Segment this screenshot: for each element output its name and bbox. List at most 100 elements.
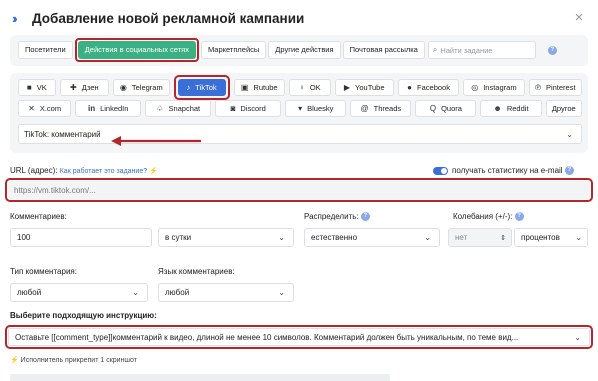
vk-icon: ■ — [26, 83, 32, 92]
chevron-down-icon: ⌄ — [566, 129, 573, 139]
pinterest-icon: ℗ — [535, 83, 541, 92]
fluct-input[interactable]: нет ⇕ — [448, 228, 512, 247]
bottom-field-partial — [10, 374, 390, 381]
help-icon[interactable]: ? — [564, 166, 574, 176]
help-icon[interactable]: ? — [360, 212, 370, 222]
comment-lang-label: Язык комментариев: — [158, 267, 235, 276]
network-linkedin[interactable]: in LinkedIn — [75, 100, 142, 117]
period-value: в сутки — [165, 233, 192, 242]
chevron-down-icon: ⌄ — [278, 233, 285, 242]
distribute-select[interactable]: естественно ⌄ — [304, 228, 440, 247]
ok-icon: ♀ — [298, 83, 305, 92]
stepper-icon[interactable]: ⇕ — [500, 234, 506, 242]
youtube-icon: ▶ — [343, 83, 351, 92]
facebook-icon: ● — [407, 83, 413, 92]
dzen-icon: ✚ — [70, 83, 77, 92]
network-vk[interactable]: ■ VK — [18, 79, 56, 96]
instagram-icon: ◎ — [471, 83, 479, 92]
comment-type-label: Тип комментария: — [10, 267, 77, 276]
highlight-frame: https://vm.tiktok.com/... — [5, 178, 593, 202]
fluct-label: Колебания (+/-): — [453, 212, 513, 221]
comments-count-input[interactable]: 100 — [10, 228, 152, 247]
network-ok[interactable]: ♀ OK — [288, 79, 331, 96]
help-icon[interactable]: ? — [514, 212, 524, 222]
dialog-title: Добавление новой рекламной кампании — [32, 10, 305, 26]
dialog-header: ›› Добавление новой рекламной кампании × — [12, 8, 586, 28]
period-select[interactable]: в сутки ⌄ — [158, 228, 294, 247]
chevron-down-icon: ⌄ — [574, 332, 581, 342]
search-icon: ⌕ — [432, 45, 438, 54]
network-row-1: ■ VK ✚ Дзен ◉ Telegram ♪ TikTok ▣ Rutube ♀ OK … — [18, 75, 583, 100]
network-pinterest[interactable]: ℗ Pinterest — [528, 79, 583, 96]
linkedin-icon: in — [87, 104, 96, 113]
network-x[interactable]: ✕ X.com — [18, 100, 72, 117]
network-discord[interactable]: ◙ Discord — [215, 100, 282, 117]
network-other[interactable]: Другое — [545, 100, 582, 117]
network-threads[interactable]: @ Threads — [350, 100, 412, 117]
comment-lang-value: любой — [165, 288, 190, 297]
tiktok-icon: ♪ — [186, 83, 191, 92]
category-tabs-panel: Посетители Действия в социальных сетях М… — [10, 35, 588, 66]
instruction-select[interactable]: Оставьте [[comment_type]]комментарий к в… — [8, 328, 590, 346]
network-youtube[interactable]: ▶ YouTube — [334, 79, 394, 96]
distribute-label: Распределить: — [304, 212, 359, 221]
quora-icon: Q — [429, 104, 437, 113]
tab-social-actions[interactable]: Действия в социальных сетях — [77, 41, 196, 59]
network-bluesky[interactable]: ▾ Bluesky — [285, 100, 347, 117]
distribute-value: естественно — [311, 233, 358, 242]
rutube-icon: ▣ — [240, 83, 249, 92]
tab-other-actions[interactable]: Другие действия — [268, 41, 341, 59]
fluct-unit-select[interactable]: процентов ⌄ — [514, 228, 588, 247]
highlight-frame: Действия в социальных сетях — [74, 38, 199, 62]
telegram-icon: ◉ — [119, 83, 127, 92]
network-facebook[interactable]: ● Facebook — [397, 79, 460, 96]
network-reddit[interactable]: ☻ Reddit — [480, 100, 542, 117]
fluct-unit-value: процентов — [521, 233, 560, 242]
stats-toggle[interactable] — [433, 167, 448, 175]
network-telegram[interactable]: ◉ Telegram — [113, 79, 170, 96]
instruction-label: Выберите подходящую инструкцию: — [10, 311, 157, 320]
task-search-input[interactable]: ⌕ Найти задание — [427, 41, 536, 59]
threads-icon: @ — [360, 104, 369, 113]
bluesky-icon: ▾ — [298, 104, 303, 113]
fluct-value: нет — [455, 233, 468, 242]
task-type-select[interactable]: TikTok: комментарий ⌄ — [18, 124, 582, 144]
tab-marketplaces[interactable]: Маркетплейсы — [200, 41, 267, 59]
tab-visitors[interactable]: Посетители — [18, 41, 73, 59]
highlight-frame: ♪ TikTok — [173, 75, 230, 100]
network-snapchat[interactable]: ♤ Snapchat — [145, 100, 212, 117]
stats-label: получать статистику на e-mail — [452, 166, 563, 175]
chevron-down-icon: ⌄ — [278, 288, 285, 297]
network-row-2: ✕ X.com in LinkedIn ♤ Snapchat ◙ Discord ▾ Bl… — [18, 100, 582, 117]
how-it-works-link[interactable]: Как работает это задание? — [60, 168, 147, 175]
tab-mailing[interactable]: Почтовая рассылка — [342, 41, 425, 59]
help-icon[interactable]: ? — [547, 45, 557, 55]
network-dzen[interactable]: ✚ Дзен — [59, 79, 110, 96]
instruction-value: Оставьте [[comment_type]]комментарий к в… — [15, 332, 519, 342]
search-placeholder: Найти задание — [440, 45, 493, 55]
comment-lang-select[interactable]: любой ⌄ — [158, 283, 294, 302]
close-icon[interactable]: × — [572, 9, 586, 26]
x-icon: ✕ — [28, 104, 35, 113]
stats-label-row: получать статистику на e-mail ? — [452, 166, 574, 176]
bolt-icon: ⚡ — [10, 357, 19, 364]
url-input[interactable]: https://vm.tiktok.com/... — [8, 181, 590, 199]
double-chevron-icon: ›› — [12, 10, 18, 26]
url-label: URL (адрес): — [10, 166, 58, 175]
network-rutube[interactable]: ▣ Rutube — [233, 79, 285, 96]
category-tabs: Посетители Действия в социальных сетях М… — [18, 38, 557, 62]
bolt-icon: ⚡ — [149, 168, 159, 175]
comment-type-value: любой — [17, 288, 42, 297]
network-instagram[interactable]: ◎ Instagram — [463, 79, 525, 96]
network-tiktok[interactable]: ♪ TikTok — [177, 79, 226, 96]
chevron-down-icon: ⌄ — [132, 288, 139, 297]
annotation-arrow — [111, 136, 201, 146]
hint-text: Исполнитель прикрепит 1 скриншот — [20, 357, 137, 364]
distribute-label-row: Распределить: ? — [304, 212, 370, 222]
comment-type-select[interactable]: любой ⌄ — [10, 283, 148, 302]
highlight-frame: Оставьте [[comment_type]]комментарий к в… — [5, 325, 593, 349]
screenshot-hint: ⚡ Исполнитель прикрепит 1 скриншот — [10, 356, 137, 364]
network-quora[interactable]: Q Quora — [415, 100, 477, 117]
snapchat-icon: ♤ — [156, 104, 164, 113]
discord-icon: ◙ — [230, 104, 236, 113]
